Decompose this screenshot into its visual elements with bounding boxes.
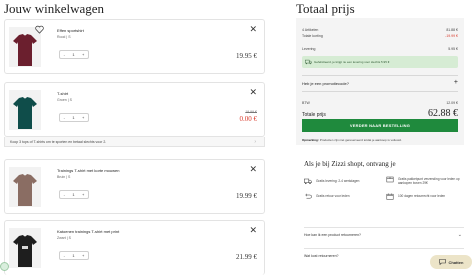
shipping-label: Levering xyxy=(302,47,316,51)
shipping-row: Levering 5.95 € xyxy=(302,47,458,51)
total-label: Totale prijs xyxy=(302,112,326,118)
reservation-note: Opmerking: Producten zijn niet gereserve… xyxy=(302,138,458,142)
remove-item-icon[interactable]: ✕ xyxy=(249,226,257,235)
truck-icon xyxy=(304,178,312,185)
faq-item[interactable]: Hoe kan ik een product retourneren? ⌄ xyxy=(304,227,464,241)
quantity-stepper[interactable]: - 1 + xyxy=(59,113,89,122)
item-name[interactable]: Katoenen trainings T-shirt met print xyxy=(57,229,119,234)
usp-text: Gratis retour voor leden xyxy=(316,194,350,198)
remove-item-icon[interactable]: ✕ xyxy=(249,25,257,34)
qty-value[interactable]: 1 xyxy=(72,253,74,258)
item-variant: Zwart | S xyxy=(57,236,71,240)
product-image[interactable] xyxy=(9,167,41,207)
usp-text: 100 dagen retourrecht voor leden xyxy=(398,194,446,198)
heart-icon[interactable] xyxy=(35,25,44,34)
discount-value: -19.99 € xyxy=(445,34,458,38)
item-variant: Bruin | S xyxy=(57,175,71,179)
qty-value[interactable]: 1 xyxy=(72,115,74,120)
usp-title: Als je bij Zizzi shopt, ontvang je xyxy=(304,160,396,168)
usp-text: Gratis pakketpunt verzending voor leden … xyxy=(398,177,460,186)
vat-row: BTW 12.09 € xyxy=(302,101,458,105)
usp-item: Gratis pakketpunt verzending voor leden … xyxy=(386,176,466,186)
return-icon xyxy=(305,193,312,199)
usp-item: Gratis levering: 2-4 werkdagen xyxy=(304,178,374,185)
checkout-button[interactable]: VERDER NAAR BESTELLING xyxy=(302,119,458,132)
plus-icon[interactable]: + xyxy=(454,79,458,86)
summary-title: Totaal prijs xyxy=(296,1,355,16)
qty-value[interactable]: 1 xyxy=(72,52,74,57)
qty-value[interactable]: 1 xyxy=(72,192,74,197)
product-image[interactable] xyxy=(9,228,41,268)
chat-button[interactable]: Chatten xyxy=(430,255,472,269)
faq-question: Hoe kan ik een product retourneren? xyxy=(304,232,362,237)
item-name[interactable]: Trainings T-shirt met korte mouwen xyxy=(57,168,119,173)
cart-item: Trainings T-shirt met korte mouwen Bruin… xyxy=(4,159,265,214)
truck-icon xyxy=(305,59,312,65)
chevron-down-icon: ⌄ xyxy=(457,231,462,238)
promo-code-toggle[interactable]: Heb je een promotiecode? + xyxy=(302,79,458,86)
qty-minus-button[interactable]: - xyxy=(64,52,65,57)
total-value: 62.88 € xyxy=(428,108,458,119)
shipping-value: 5.95 € xyxy=(448,47,458,51)
qty-plus-button[interactable]: + xyxy=(82,253,84,258)
discount-label: Totale korting xyxy=(302,34,323,38)
quantity-stepper[interactable]: - 1 + xyxy=(59,190,89,199)
chat-icon xyxy=(438,259,446,265)
item-price: 0.00 € xyxy=(239,115,258,123)
articles-value: 81.88 € xyxy=(446,28,458,32)
quantity-stepper[interactable]: - 1 + xyxy=(59,251,89,260)
cart-item: Katoenen trainings T-shirt met print Zwa… xyxy=(4,220,265,275)
articles-row: 4 Artikelen 81.88 € xyxy=(302,28,458,32)
item-price: 21.99 € xyxy=(236,253,257,261)
chevron-right-icon: › xyxy=(254,139,256,145)
cart-title: Jouw winkelwagen xyxy=(4,1,105,16)
item-old-price: 19.99 € xyxy=(245,110,257,114)
qty-minus-button[interactable]: - xyxy=(64,115,65,120)
chat-label: Chatten xyxy=(448,259,464,265)
vat-value: 12.09 € xyxy=(446,101,458,105)
item-variant: Rood | S xyxy=(57,35,71,39)
qty-plus-button[interactable]: + xyxy=(82,192,84,197)
item-price: 19.95 € xyxy=(236,52,257,60)
articles-label: 4 Artikelen xyxy=(302,28,319,32)
vat-label: BTW xyxy=(302,101,310,105)
item-name[interactable]: T-shirt xyxy=(57,91,68,96)
cart-item: Effen sportshirt Rood | S ✕ - 1 + 19.95 … xyxy=(4,19,265,74)
cart-item: T-shirt Groen | S ✕ - 1 + 19.99 € 0.00 € xyxy=(4,82,265,137)
product-image[interactable] xyxy=(9,90,41,130)
usp-text: Gratis levering: 2-4 werkdagen xyxy=(316,179,360,183)
item-name[interactable]: Effen sportshirt xyxy=(57,28,84,33)
qty-minus-button[interactable]: - xyxy=(64,253,65,258)
shipping-note-text: Gefeliciteerd, je krijgt nu een levering… xyxy=(314,60,390,64)
qty-plus-button[interactable]: + xyxy=(82,52,84,57)
bundle-promo-text: Koop 3 tops of T-shirts om te sporten en… xyxy=(10,140,107,144)
item-variant: Groen | S xyxy=(57,98,72,102)
order-summary-panel: 4 Artikelen 81.88 € Totale korting -19.9… xyxy=(296,18,464,145)
item-price: 19.99 € xyxy=(236,192,257,200)
quantity-stepper[interactable]: - 1 + xyxy=(59,50,89,59)
divider xyxy=(302,75,458,76)
usp-item: 100 dagen retourrecht voor leden xyxy=(386,193,466,200)
qty-minus-button[interactable]: - xyxy=(64,192,65,197)
faq-question: Wat kost retourneren? xyxy=(304,253,339,258)
divider xyxy=(302,91,458,92)
parcel-icon xyxy=(386,176,394,183)
bundle-promo-strip[interactable]: Koop 3 tops of T-shirts om te sporten en… xyxy=(4,137,265,147)
recycle-badge-icon xyxy=(0,262,9,271)
usp-item: Gratis retour voor leden xyxy=(304,193,374,199)
qty-plus-button[interactable]: + xyxy=(82,115,84,120)
remove-item-icon[interactable]: ✕ xyxy=(249,88,257,97)
reservation-note-label: Opmerking: xyxy=(302,138,319,142)
remove-item-icon[interactable]: ✕ xyxy=(249,165,257,174)
shipping-note: Gefeliciteerd, je krijgt nu een levering… xyxy=(302,56,458,68)
reservation-note-text: Producten zijn niet gereserveerd totdat … xyxy=(319,138,402,142)
calendar-icon xyxy=(386,193,394,200)
discount-row: Totale korting -19.99 € xyxy=(302,34,458,38)
total-row: Totale prijs 62.88 € xyxy=(302,108,458,119)
promo-code-label: Heb je een promotiecode? xyxy=(302,81,349,86)
